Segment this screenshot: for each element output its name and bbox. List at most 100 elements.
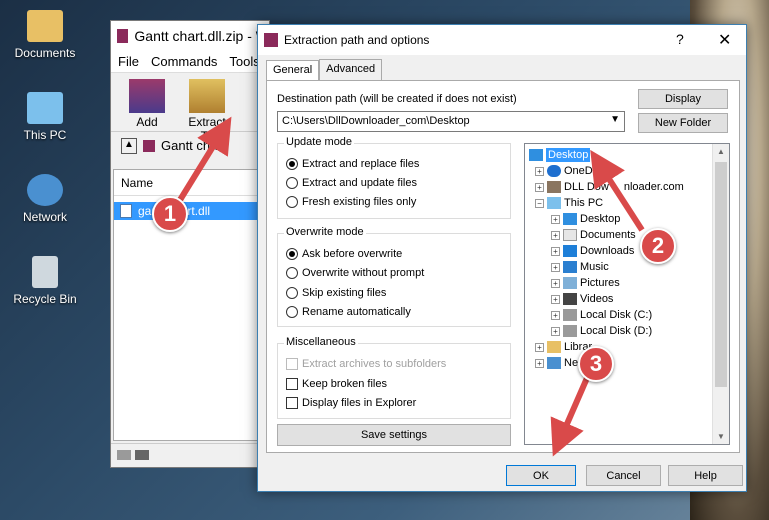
radio-button[interactable] (286, 196, 298, 208)
radio-button[interactable] (286, 306, 298, 318)
radio-extract-replace[interactable]: Extract and replace files (286, 158, 419, 170)
radio-button[interactable] (286, 267, 298, 279)
expand-icon[interactable]: + (535, 342, 544, 352)
tree-item-documents[interactable]: + Documents (551, 228, 636, 242)
radio-button[interactable] (286, 287, 298, 299)
radio-extract-update[interactable]: Extract and update files (286, 177, 417, 189)
expand-icon[interactable]: + (551, 230, 560, 240)
winrar-toolbar: Add Extract To (111, 73, 269, 143)
file-row[interactable]: gantt chart.dll (114, 202, 266, 220)
tree-item-videos[interactable]: + Videos (551, 292, 613, 306)
expand-icon[interactable]: + (535, 358, 544, 368)
miscellaneous-group: Miscellaneous Extract archives to subfol… (277, 336, 511, 419)
downloads-icon (563, 245, 577, 257)
radio-overwrite-without-prompt[interactable]: Overwrite without prompt (286, 267, 424, 279)
destination-path-input[interactable]: C:\Users\DllDownloader_com\Desktop ▼ (277, 111, 625, 132)
tree-item-dll-downloader[interactable]: + DLL Dow nloader.com (535, 180, 684, 194)
radio-skip-existing[interactable]: Skip existing files (286, 287, 386, 299)
expand-icon[interactable]: + (551, 326, 560, 336)
destination-label: Destination path (will be created if doe… (277, 93, 517, 105)
menu-file[interactable]: File (118, 54, 139, 69)
user-icon (547, 181, 561, 193)
cancel-button[interactable]: Cancel (586, 465, 661, 486)
collapse-icon[interactable]: − (535, 198, 544, 208)
desktop-icon (529, 149, 543, 161)
extraction-dialog: Extraction path and options ? ✕ General … (257, 24, 747, 492)
tree-item-downloads[interactable]: + Downloads (551, 244, 634, 258)
desktop-icon-network[interactable]: Network (5, 174, 85, 224)
checkbox-extract-subfolders: Extract archives to subfolders (286, 358, 446, 370)
archive-icon (143, 139, 155, 152)
help-button[interactable]: Help (668, 465, 743, 486)
dll-file-icon (120, 204, 132, 218)
scroll-up-icon[interactable]: ▲ (717, 147, 725, 156)
scrollbar-thumb[interactable] (715, 162, 727, 387)
tree-item-this-pc[interactable]: − This PC (535, 196, 603, 210)
expand-icon[interactable]: + (551, 294, 560, 304)
expand-icon[interactable]: + (551, 214, 560, 224)
radio-button[interactable] (286, 158, 298, 170)
radio-button[interactable] (286, 177, 298, 189)
tree-item-pictures[interactable]: + Pictures (551, 276, 620, 290)
winrar-window: Gantt chart.dll.zip - W File Commands To… (110, 20, 270, 468)
tree-item-desktop[interactable]: + Desktop (551, 212, 620, 226)
tree-item-local-disk-c[interactable]: + Local Disk (C:) (551, 308, 652, 322)
save-settings-button[interactable]: Save settings (277, 424, 511, 446)
checkbox-display-in-explorer[interactable]: Display files in Explorer (286, 397, 416, 409)
overwrite-mode-group: Overwrite mode Ask before overwrite Over… (277, 226, 511, 327)
expand-icon[interactable]: + (551, 310, 560, 320)
key-icon (135, 450, 149, 460)
network-icon (27, 174, 63, 206)
annotation-badge-3: 3 (578, 346, 614, 382)
desktop-icon-this-pc[interactable]: This PC (5, 92, 85, 142)
column-header-name[interactable]: Name (114, 170, 266, 196)
radio-rename-automatically[interactable]: Rename automatically (286, 306, 411, 318)
tree-item-local-disk-d[interactable]: + Local Disk (D:) (551, 324, 652, 338)
annotation-badge-2: 2 (640, 228, 676, 264)
help-icon[interactable]: ? (676, 31, 684, 47)
scroll-down-icon[interactable]: ▼ (717, 432, 725, 441)
display-button[interactable]: Display (638, 89, 728, 109)
pictures-icon (563, 277, 577, 289)
folder-tree[interactable]: Desktop + OneD + DLL Dow nloader.com − This … (524, 143, 730, 445)
expand-icon[interactable]: + (551, 262, 560, 272)
checkbox (286, 358, 298, 370)
drive-icon (117, 450, 131, 460)
tab-advanced[interactable]: Advanced (319, 59, 383, 81)
expand-icon[interactable]: + (535, 182, 544, 192)
expand-icon[interactable]: + (551, 246, 560, 256)
menu-commands[interactable]: Commands (151, 54, 217, 69)
user-folder-icon (27, 10, 63, 42)
expand-icon[interactable]: + (551, 278, 560, 288)
tree-item-onedrive[interactable]: + OneD (535, 164, 593, 178)
checkbox[interactable] (286, 397, 298, 409)
radio-button[interactable] (286, 248, 298, 260)
radio-ask-before-overwrite[interactable]: Ask before overwrite (286, 248, 402, 260)
desktop-icon-documents[interactable]: Documents (5, 10, 85, 60)
add-archive-icon (129, 79, 165, 113)
expand-icon[interactable]: + (535, 166, 544, 176)
add-button[interactable]: Add (121, 79, 173, 131)
close-icon[interactable]: ✕ (718, 30, 731, 50)
new-folder-button[interactable]: New Folder (638, 113, 728, 133)
library-icon (547, 341, 561, 353)
tree-item-music[interactable]: + Music (551, 260, 609, 274)
chevron-down-icon[interactable]: ▼ (610, 114, 620, 125)
ok-button[interactable]: OK (506, 465, 576, 486)
tab-general[interactable]: General (266, 60, 320, 82)
tree-scrollbar[interactable]: ▲ ▼ (712, 144, 729, 444)
up-folder-icon[interactable]: ▲ (121, 137, 137, 154)
tree-item-network[interactable]: + Ne (535, 356, 578, 370)
checkbox-keep-broken[interactable]: Keep broken files (286, 378, 387, 390)
radio-fresh-existing[interactable]: Fresh existing files only (286, 196, 416, 208)
winrar-app-icon (117, 29, 129, 43)
checkbox[interactable] (286, 378, 298, 390)
desktop-icon-recycle-bin[interactable]: Recycle Bin (5, 256, 85, 306)
computer-icon (27, 92, 63, 124)
documents-icon (563, 229, 577, 241)
menu-tools[interactable]: Tools (229, 54, 259, 69)
tree-item-desktop-root[interactable]: Desktop (529, 148, 591, 162)
computer-icon (547, 197, 561, 209)
dialog-titlebar: Extraction path and options ? ✕ (258, 25, 746, 55)
extract-to-button[interactable]: Extract To (181, 79, 233, 143)
